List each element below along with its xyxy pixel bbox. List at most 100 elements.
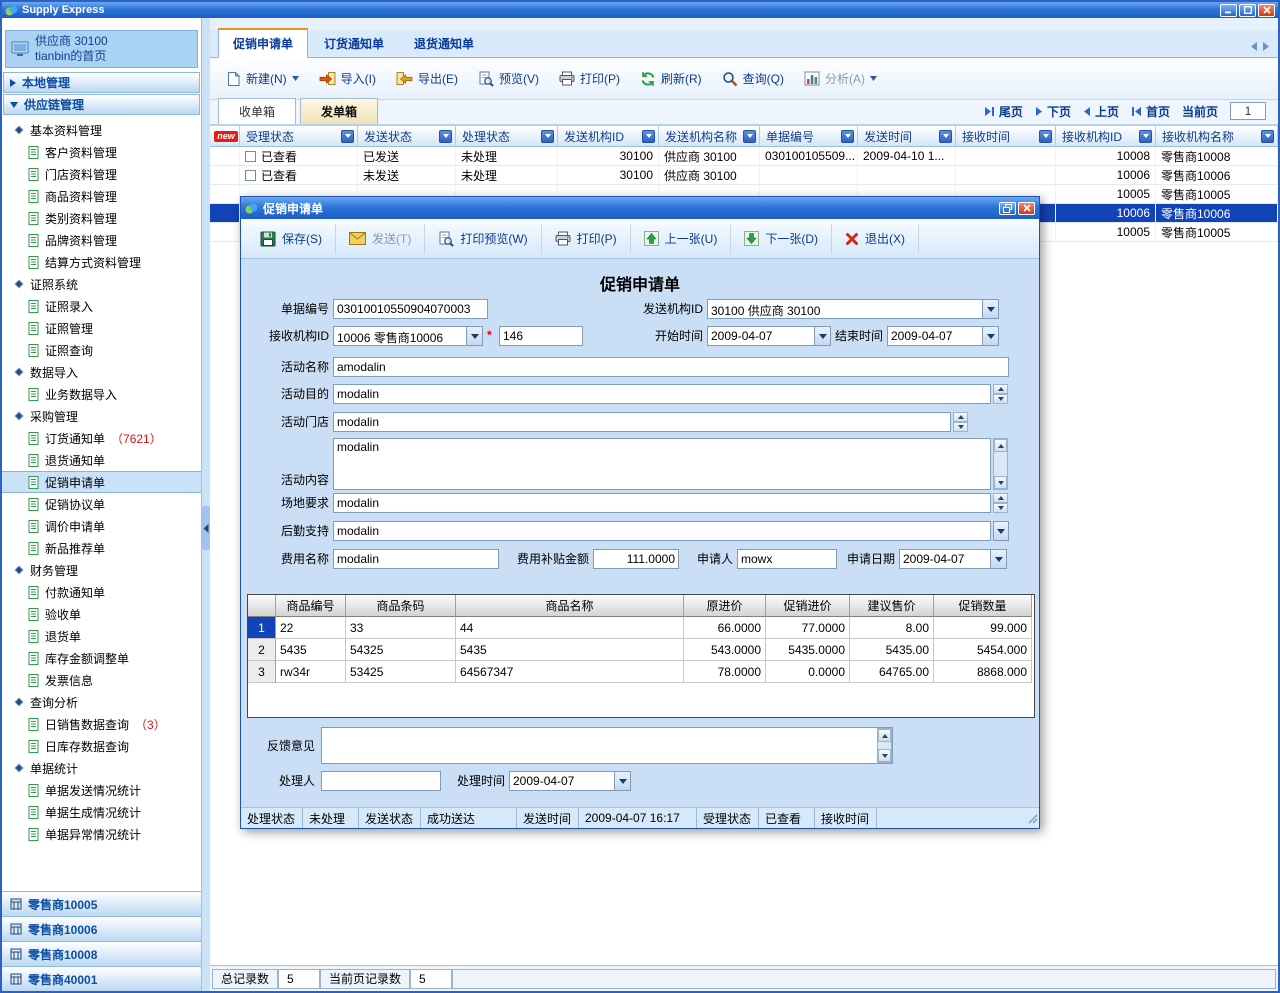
combo-dropdown-button[interactable] bbox=[982, 327, 998, 345]
sidebar-item[interactable]: 单据发送情况统计 bbox=[2, 779, 201, 801]
title-bar[interactable]: Supply Express bbox=[2, 2, 1278, 18]
tab-scroll-left-icon[interactable] bbox=[1250, 42, 1258, 51]
filter-icon[interactable] bbox=[939, 130, 952, 143]
stores-picker-button[interactable] bbox=[953, 412, 968, 432]
box-tab-收单箱[interactable]: 收单箱 bbox=[218, 98, 296, 124]
current-page-input[interactable]: 1 bbox=[1230, 102, 1266, 120]
column-header[interactable]: 发送状态 bbox=[358, 126, 456, 147]
toolbar-button[interactable]: 打印(P) bbox=[559, 70, 620, 87]
venue-input[interactable] bbox=[333, 493, 991, 513]
filter-icon[interactable] bbox=[541, 130, 554, 143]
column-header[interactable]: 接收时间 bbox=[956, 126, 1056, 147]
feedback-textarea[interactable] bbox=[321, 727, 893, 764]
toolbar-button[interactable]: 预览(V) bbox=[478, 70, 539, 87]
dialog-toolbar-button[interactable]: 打印(P) bbox=[542, 224, 631, 254]
filter-icon[interactable] bbox=[1139, 130, 1152, 143]
sidebar-item[interactable]: 日库存数据查询 bbox=[2, 735, 201, 757]
sidebar-item[interactable]: 单据统计 bbox=[2, 757, 201, 779]
product-row[interactable]: 122334466.000077.00008.0099.000 bbox=[248, 617, 1034, 639]
dialog-toolbar-button[interactable]: 退出(X) bbox=[832, 224, 919, 254]
column-header[interactable]: 接收机构ID bbox=[1056, 126, 1156, 147]
pager-上页[interactable]: 上页 bbox=[1083, 103, 1119, 120]
purpose-spinner[interactable] bbox=[993, 384, 1008, 404]
dialog-toolbar-button[interactable]: 打印预览(W) bbox=[425, 224, 541, 254]
activity-content-textarea[interactable]: modalin bbox=[333, 438, 991, 490]
combo-dropdown-button[interactable] bbox=[466, 327, 482, 345]
column-header[interactable]: 发送机构名称 bbox=[659, 126, 760, 147]
filter-icon[interactable] bbox=[439, 130, 452, 143]
sidebar-item[interactable]: 类别资料管理 bbox=[2, 207, 201, 229]
sidebar-item[interactable]: 验收单 bbox=[2, 603, 201, 625]
feedback-scrollbar[interactable] bbox=[877, 728, 892, 763]
sidebar-item[interactable]: 退货通知单 bbox=[2, 449, 201, 471]
toolbar-button[interactable]: 导入(I) bbox=[319, 70, 376, 87]
sidebar-item[interactable]: 退货单 bbox=[2, 625, 201, 647]
toolbar-button[interactable]: 导出(E) bbox=[396, 70, 458, 87]
sidebar-item[interactable]: 商品资料管理 bbox=[2, 185, 201, 207]
row-checkbox[interactable] bbox=[245, 170, 256, 181]
sidebar-item[interactable]: 业务数据导入 bbox=[2, 383, 201, 405]
handle-time-combo[interactable]: 2009-04-07 bbox=[509, 771, 631, 791]
doc-no-input[interactable] bbox=[333, 299, 488, 319]
sidebar-item[interactable]: 查询分析 bbox=[2, 691, 201, 713]
filter-icon[interactable] bbox=[1039, 130, 1052, 143]
send-org-combo[interactable]: 30100 供应商 30100 bbox=[707, 299, 999, 319]
logistics-input[interactable] bbox=[333, 521, 991, 541]
dialog-restore-button[interactable] bbox=[999, 202, 1016, 215]
sidebar-item[interactable]: 付款通知单 bbox=[2, 581, 201, 603]
sidebar-item[interactable]: 单据生成情况统计 bbox=[2, 801, 201, 823]
dialog-close-button[interactable] bbox=[1018, 202, 1035, 215]
sidebar-item[interactable]: 财务管理 bbox=[2, 559, 201, 581]
maximize-button[interactable] bbox=[1239, 4, 1256, 17]
sidebar-item[interactable]: 发票信息 bbox=[2, 669, 201, 691]
fee-amount-input[interactable] bbox=[593, 549, 679, 569]
activity-name-input[interactable] bbox=[333, 357, 1009, 377]
sidebar-item[interactable]: 证照管理 bbox=[2, 317, 201, 339]
sidebar-item[interactable]: 数据导入 bbox=[2, 361, 201, 383]
apply-date-combo[interactable]: 2009-04-07 bbox=[899, 549, 1007, 569]
tab-促销申请单[interactable]: 促销申请单 bbox=[218, 28, 308, 58]
tab-退货通知单[interactable]: 退货通知单 bbox=[400, 30, 488, 57]
table-row[interactable]: 已查看已发送未处理30100供应商 30100030100105509...20… bbox=[210, 147, 1278, 166]
activity-stores-input[interactable] bbox=[333, 412, 951, 432]
column-header[interactable]: 单据编号 bbox=[760, 126, 858, 147]
dialog-toolbar-button[interactable]: 发送(T) bbox=[336, 224, 425, 254]
sidebar-item[interactable]: 单据异常情况统计 bbox=[2, 823, 201, 845]
combo-dropdown-button[interactable] bbox=[614, 772, 630, 790]
sidebar-item[interactable]: 采购管理 bbox=[2, 405, 201, 427]
sidebar-section-supply-chain[interactable]: 供应链管理 bbox=[3, 94, 200, 115]
row-checkbox[interactable] bbox=[245, 151, 256, 162]
toolbar-button[interactable]: 分析(A) bbox=[804, 70, 877, 87]
sidebar-retailer-bar[interactable]: 零售商40001 bbox=[2, 966, 201, 991]
toolbar-button[interactable]: 刷新(R) bbox=[640, 70, 702, 87]
table-row[interactable]: 已查看未发送未处理30100供应商 3010010006零售商10006 bbox=[210, 166, 1278, 185]
dropdown-arrow-icon[interactable] bbox=[292, 76, 299, 81]
sidebar-item[interactable]: 促销协议单 bbox=[2, 493, 201, 515]
dialog-title-bar[interactable]: 促销申请单 bbox=[241, 197, 1039, 219]
pager-下页[interactable]: 下页 bbox=[1035, 103, 1071, 120]
activity-purpose-input[interactable] bbox=[333, 384, 991, 404]
start-date-combo[interactable]: 2009-04-07 bbox=[707, 326, 831, 346]
toolbar-button[interactable]: 查询(Q) bbox=[722, 70, 784, 87]
sidebar-item[interactable]: 基本资料管理 bbox=[2, 119, 201, 141]
tab-订货通知单[interactable]: 订货通知单 bbox=[310, 30, 398, 57]
venue-spinner[interactable] bbox=[993, 493, 1008, 513]
dropdown-arrow-icon[interactable] bbox=[870, 76, 877, 81]
toolbar-button[interactable]: 新建(N) bbox=[226, 70, 299, 87]
filter-icon[interactable] bbox=[1261, 130, 1274, 143]
combo-dropdown-button[interactable] bbox=[994, 522, 1008, 540]
recv-org-combo[interactable]: 10006 零售商10006 bbox=[333, 326, 483, 346]
dialog-toolbar-button[interactable]: 下一张(D) bbox=[731, 224, 832, 254]
sidebar-retailer-bar[interactable]: 零售商10005 bbox=[2, 891, 201, 916]
sidebar-item[interactable]: 订货通知单（7621） bbox=[2, 427, 201, 449]
sidebar-item[interactable]: 结算方式资料管理 bbox=[2, 251, 201, 273]
fee-name-input[interactable] bbox=[333, 549, 499, 569]
sidebar-item[interactable]: 库存金额调整单 bbox=[2, 647, 201, 669]
sidebar-item[interactable]: 证照系统 bbox=[2, 273, 201, 295]
filter-icon[interactable] bbox=[841, 130, 854, 143]
sidebar-collapse-handle[interactable] bbox=[202, 506, 210, 550]
product-row[interactable]: 25435543255435543.00005435.00005435.0054… bbox=[248, 639, 1034, 661]
logistics-dropdown[interactable] bbox=[993, 521, 1009, 541]
end-date-combo[interactable]: 2009-04-07 bbox=[887, 326, 999, 346]
resize-grip-icon[interactable] bbox=[1026, 812, 1038, 827]
